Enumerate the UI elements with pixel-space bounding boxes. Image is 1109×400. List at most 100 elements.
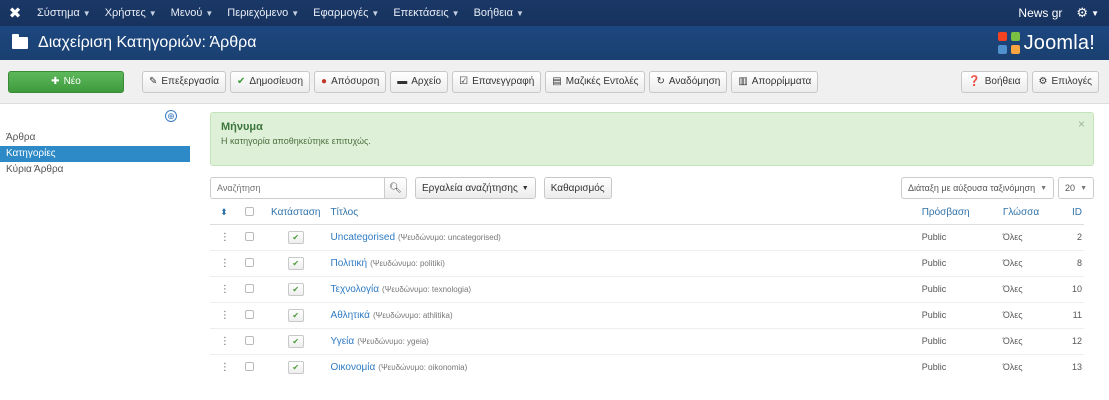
access-cell: Public [921, 249, 1003, 276]
row-checkbox[interactable] [244, 231, 254, 241]
drag-handle-icon[interactable]: ⋮ [220, 284, 230, 295]
sidebar-item-categories[interactable]: Κατηγορίες [0, 146, 190, 162]
main-menu: Σύστημα ▼ Χρήστες ▼ Μενού ▼ Περιεχόμενο ▼ Εφ… [30, 7, 531, 19]
topbar-right: News gr ⚙ ▼ [1018, 5, 1109, 21]
id-cell: 11 [1056, 301, 1084, 328]
edit-icon: ✎ [149, 76, 158, 87]
limit-value: 20 [1065, 183, 1076, 193]
menu-content[interactable]: Περιεχόμενο ▼ [220, 7, 306, 19]
order-column-header[interactable]: ⬍ [210, 202, 238, 225]
published-toggle[interactable]: ✔ [287, 256, 304, 270]
caret-down-icon: ▼ [521, 184, 529, 192]
menu-system[interactable]: Σύστημα ▼ [30, 7, 98, 19]
category-alias: (Ψευδώνυμο: ygeia) [357, 336, 429, 346]
published-toggle[interactable]: ✔ [287, 308, 304, 322]
unpublish-button[interactable]: ● Απόσυρση [314, 70, 387, 93]
category-title-link[interactable]: Υγεία [331, 336, 355, 347]
row-checkbox[interactable] [244, 335, 254, 345]
caret-down-icon: ▼ [205, 9, 214, 18]
menu-extensions[interactable]: Επεκτάσεις ▼ [386, 7, 466, 19]
joomla-icon[interactable]: ✖ [0, 4, 30, 22]
batch-icon: ▤ [552, 76, 562, 87]
access-column-header[interactable]: Πρόσβαση [921, 202, 1003, 225]
status-column-header[interactable]: Κατάσταση [260, 202, 331, 225]
new-button[interactable]: ✚ Νέο [8, 70, 124, 93]
clear-button[interactable]: Καθαρισμός [543, 177, 612, 199]
check-all-checkbox[interactable] [244, 206, 254, 216]
published-toggle[interactable]: ✔ [287, 282, 304, 296]
menu-label: Μενού [170, 7, 203, 19]
button-label: Δημοσίευση [249, 76, 304, 87]
help-button[interactable]: ❓ Βοήθεια [961, 70, 1028, 93]
menu-label: Επεκτάσεις [393, 7, 449, 19]
published-toggle[interactable]: ✔ [287, 360, 304, 374]
limit-select[interactable]: 20 ▼ [1058, 177, 1094, 199]
top-menu-bar: ✖ Σύστημα ▼ Χρήστες ▼ Μενού ▼ Περιεχόμενο ▼ … [0, 0, 1109, 26]
caret-down-icon[interactable]: ▼ [1091, 9, 1099, 18]
gear-icon[interactable]: ⚙ [1076, 5, 1088, 21]
drag-handle-icon[interactable]: ⋮ [220, 336, 230, 347]
category-alias: (Ψευδώνυμο: oikonomia) [378, 362, 468, 372]
joomla-logo: Joomla! [997, 32, 1095, 55]
message-text: Η κατηγορία αποθηκεύτηκε επιτυχώς. [221, 136, 371, 146]
drag-handle-icon[interactable]: ⋮ [220, 232, 230, 243]
row-checkbox[interactable] [244, 309, 254, 319]
drag-handle-icon[interactable]: ⋮ [220, 310, 230, 321]
collapse-sidebar-icon[interactable]: ⊕ [165, 110, 177, 122]
publish-button[interactable]: ✔ Δημοσίευση [230, 70, 311, 93]
row-checkbox[interactable] [244, 257, 254, 267]
category-alias: (Ψευδώνυμο: athlitika) [372, 310, 453, 320]
menu-help[interactable]: Βοήθεια ▼ [467, 7, 531, 19]
menu-components[interactable]: Εφαρμογές ▼ [306, 7, 386, 19]
caret-down-icon: ▼ [82, 9, 91, 18]
category-title-link[interactable]: Πολιτική [331, 258, 368, 269]
gear-icon: ⚙ [1038, 76, 1048, 87]
rebuild-button[interactable]: ↻ Αναδόμηση [649, 70, 728, 93]
menu-label: Περιεχόμενο [227, 7, 289, 19]
search-input[interactable] [210, 177, 385, 199]
button-label: Επανεγγραφή [472, 76, 535, 87]
trash-button[interactable]: ▥ Απορρίμματα [731, 70, 819, 93]
close-icon[interactable]: × [1078, 117, 1085, 131]
archive-button[interactable]: ▬ Αρχείο [390, 70, 449, 93]
sidebar-item-featured[interactable]: Κύρια Άρθρα [0, 162, 190, 178]
table-header-row: ⬍ Κατάσταση Τίτλος Πρόσβαση Γλώσσα ID [210, 202, 1084, 225]
row-checkbox[interactable] [244, 283, 254, 293]
question-icon: ❓ [968, 76, 981, 87]
batch-commands-button[interactable]: ▤ Μαζικές Εντολές [545, 70, 646, 93]
button-label: Απόσυρση [331, 76, 380, 87]
drag-handle-icon[interactable]: ⋮ [220, 362, 230, 373]
menu-users[interactable]: Χρήστες ▼ [98, 7, 164, 19]
id-cell: 13 [1056, 353, 1084, 380]
caret-down-icon: ▼ [1040, 184, 1048, 192]
button-label: Νέο [63, 76, 81, 87]
category-title-link[interactable]: Αθλητικά [331, 310, 370, 321]
menu-menus[interactable]: Μενού ▼ [164, 7, 221, 19]
search-icon: 🔍︎ [389, 182, 402, 194]
category-title-link[interactable]: Uncategorised [331, 232, 395, 243]
site-link[interactable]: News gr [1018, 6, 1062, 20]
check-all-header[interactable] [237, 202, 261, 225]
options-button[interactable]: ⚙ Επιλογές [1031, 70, 1099, 93]
id-column-header[interactable]: ID [1056, 202, 1084, 225]
published-toggle[interactable]: ✔ [287, 334, 304, 348]
batch-button[interactable]: ☑ Επανεγγραφή [452, 70, 542, 93]
search-tools-button[interactable]: Εργαλεία αναζήτησης ▼ [415, 177, 536, 199]
search-button[interactable]: 🔍︎ [385, 177, 407, 199]
id-cell: 12 [1056, 327, 1084, 354]
row-checkbox[interactable] [244, 361, 254, 371]
title-column-header[interactable]: Τίτλος [330, 202, 922, 225]
language-column-header[interactable]: Γλώσσα [1002, 202, 1057, 225]
caret-down-icon: ▼ [371, 9, 380, 18]
sort-select[interactable]: Διάταξη με αύξουσα ταξινόμηση ▼ [901, 177, 1055, 199]
language-cell: Όλες [1002, 249, 1057, 276]
unpublish-icon: ● [321, 76, 328, 87]
button-label: Βοήθεια [984, 76, 1021, 87]
sidebar-item-articles[interactable]: Άρθρα [0, 130, 190, 146]
category-title-link[interactable]: Τεχνολογία [331, 284, 380, 295]
category-title-link[interactable]: Οικονομία [331, 362, 376, 373]
edit-button[interactable]: ✎ Επεξεργασία [142, 70, 226, 93]
drag-handle-icon[interactable]: ⋮ [220, 258, 230, 269]
published-toggle[interactable]: ✔ [287, 230, 304, 244]
plus-icon: ✚ [51, 76, 60, 87]
